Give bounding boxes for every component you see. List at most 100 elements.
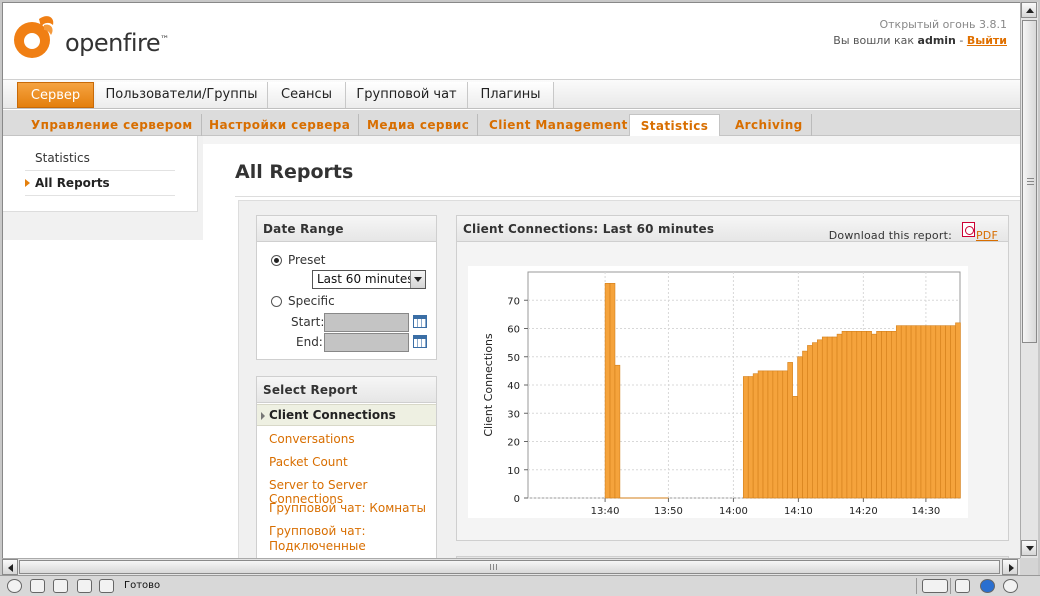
scroll-down-button[interactable] — [1021, 540, 1037, 556]
lock-icon — [955, 579, 970, 593]
report-item-muc-rooms[interactable]: Групповой чат: Комнаты — [269, 501, 426, 515]
y-axis-label: Client Connections — [482, 333, 495, 437]
status-bar: Готово — [0, 575, 1040, 596]
report-item-client-connections[interactable]: Client Connections — [257, 404, 436, 426]
report-item-packet-count[interactable]: Packet Count — [269, 455, 348, 469]
mail-icon[interactable] — [30, 579, 45, 593]
bar — [747, 376, 754, 499]
chart-title: Client Connections: Last 60 minutes Down… — [457, 216, 1008, 242]
y-tick-label: 60 — [507, 325, 520, 336]
pdf-icon[interactable] — [962, 222, 975, 237]
report-item-conversations[interactable]: Conversations — [269, 432, 355, 446]
chart-panel: Client Connections: Last 60 minutes Down… — [456, 215, 1009, 541]
bar — [876, 331, 882, 499]
bar — [826, 336, 833, 499]
login-status: Вы вошли как admin - Выйти — [833, 34, 1007, 47]
vertical-scroll-thumb[interactable] — [1022, 20, 1037, 343]
select-report-title: Select Report — [257, 377, 436, 403]
bar — [821, 336, 828, 499]
bar — [836, 333, 843, 499]
vertical-scrollbar[interactable] — [1020, 2, 1038, 558]
bar — [891, 331, 897, 499]
pdf-download-link[interactable]: PDF — [976, 223, 998, 249]
bar — [881, 331, 887, 499]
report-item-muc-users[interactable]: Групповой чат: Подключенные пользователи — [269, 524, 419, 558]
tab-server[interactable]: Сервер — [17, 82, 94, 108]
composer-icon[interactable] — [77, 579, 92, 593]
arrow-up-icon — [1026, 8, 1034, 13]
scroll-up-button[interactable] — [1021, 2, 1037, 18]
bar — [752, 373, 759, 499]
bar — [782, 370, 789, 499]
subtab-media-service[interactable]: Медиа сервис — [359, 114, 479, 136]
bar — [777, 370, 784, 499]
adblock-icon[interactable] — [1003, 579, 1018, 593]
bar — [895, 325, 902, 499]
subtab-statistics[interactable]: Statistics — [629, 114, 720, 136]
x-tick-label: 14:10 — [784, 506, 813, 517]
preset-radio[interactable] — [271, 255, 282, 266]
y-tick-label: 50 — [507, 353, 520, 364]
bar — [900, 325, 907, 499]
chat-icon[interactable] — [99, 579, 114, 593]
bar — [762, 370, 769, 499]
bar — [940, 325, 946, 499]
bar — [945, 325, 951, 499]
specific-label: Specific — [288, 294, 335, 308]
bar — [812, 342, 818, 499]
preset-select[interactable]: Last 60 minutes — [312, 270, 426, 289]
scroll-left-button[interactable] — [2, 559, 18, 575]
bar — [905, 325, 912, 499]
specific-radio[interactable] — [271, 296, 282, 307]
bar — [915, 325, 922, 499]
bar — [856, 331, 863, 499]
horizontal-scroll-thumb[interactable] — [19, 560, 1000, 574]
globe-icon[interactable] — [7, 579, 22, 593]
date-range-panel: Date Range Preset Last 60 minutes Specif… — [256, 215, 437, 360]
subtab-archiving[interactable]: Archiving — [727, 114, 812, 136]
calendar-icon[interactable] — [413, 335, 427, 348]
subtab-client-management[interactable]: Client Management — [481, 114, 637, 136]
start-date-input[interactable] — [324, 313, 409, 332]
x-tick-label: 14:30 — [911, 506, 940, 517]
bar — [831, 336, 838, 499]
logout-link[interactable]: Выйти — [967, 34, 1007, 47]
arrow-right-icon — [1009, 564, 1014, 572]
download-label: Download this report: — [828, 229, 952, 242]
end-date-input[interactable] — [324, 333, 409, 352]
page-title: All Reports — [235, 161, 354, 183]
bar — [797, 356, 803, 499]
active-arrow-icon — [25, 179, 30, 187]
connection-icon — [922, 579, 948, 593]
contacts-icon[interactable] — [53, 579, 68, 593]
caret-right-icon — [261, 412, 265, 420]
subtab-server-manager[interactable]: Управление сервером — [23, 114, 202, 136]
login-username: admin — [917, 34, 956, 47]
horizontal-scrollbar[interactable] — [2, 558, 1020, 575]
bar — [792, 396, 798, 499]
bar — [935, 325, 942, 499]
bar — [604, 282, 611, 499]
scroll-right-button[interactable] — [1002, 559, 1018, 575]
tab-users-groups[interactable]: Пользователи/Группы — [96, 82, 268, 108]
tab-group-chat[interactable]: Групповой чат — [346, 82, 468, 108]
status-text: Готово — [124, 580, 161, 591]
subtab-server-settings[interactable]: Настройки сервера — [201, 114, 360, 136]
bar — [955, 322, 961, 499]
calendar-icon[interactable] — [413, 315, 427, 328]
tab-plugins[interactable]: Плагины — [468, 82, 554, 108]
sidebar-item-statistics[interactable]: Statistics — [25, 146, 175, 171]
update-icon[interactable] — [980, 579, 995, 593]
bar — [910, 325, 917, 499]
x-tick-label: 13:50 — [654, 506, 683, 517]
chevron-down-icon[interactable] — [410, 271, 425, 288]
openfire-logo[interactable] — [11, 11, 61, 61]
arrow-left-icon — [8, 564, 13, 572]
main-nav: Сервер Пользователи/Группы Сеансы Группо… — [3, 79, 1020, 109]
preset-label: Preset — [288, 253, 326, 267]
sidebar-item-all-reports[interactable]: All Reports — [25, 171, 175, 196]
tab-sessions[interactable]: Сеансы — [268, 82, 346, 108]
sub-nav: Управление сервером Настройки сервера Ме… — [3, 110, 1020, 136]
bar — [861, 331, 867, 499]
y-tick-label: 70 — [507, 296, 520, 307]
